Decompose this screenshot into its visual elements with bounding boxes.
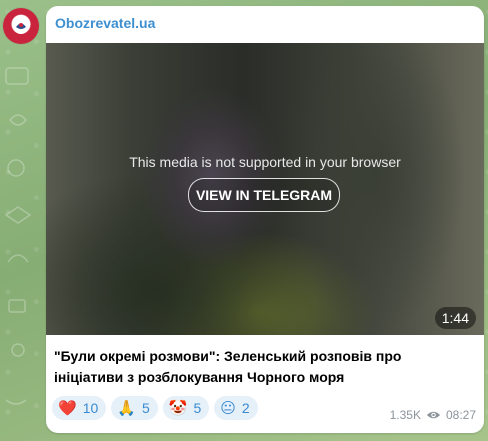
post-caption: "Були окремі розмови": Зеленський розпов… [54, 348, 402, 385]
reaction-clown[interactable]: 🤡 5 [162, 396, 210, 420]
channel-name[interactable]: Obozrevatel.ua [55, 15, 155, 31]
reaction-count: 10 [82, 400, 99, 416]
reactions-bar: ❤️ 10 🙏 5 🤡 5 😐 2 [52, 396, 258, 420]
reaction-neutral-face[interactable]: 😐 2 [214, 396, 258, 420]
clown-icon: 🤡 [168, 398, 188, 417]
reaction-count: 5 [193, 400, 202, 416]
message-bubble: Obozrevatel.ua This media is not support… [46, 6, 484, 433]
view-count: 1.35K [389, 408, 421, 422]
heart-icon: ❤️ [58, 398, 77, 417]
neutral-face-icon: 😐 [220, 398, 236, 417]
view-in-telegram-button[interactable]: VIEW IN TELEGRAM [188, 178, 340, 212]
pray-icon: 🙏 [117, 398, 136, 417]
video-thumbnail[interactable]: This media is not supported in your brow… [46, 43, 484, 335]
channel-avatar[interactable] [3, 8, 39, 44]
unsupported-media-message: This media is not supported in your brow… [129, 154, 401, 170]
reaction-pray[interactable]: 🙏 5 [111, 396, 158, 420]
reaction-count: 2 [241, 400, 250, 416]
message-time: 08:27 [445, 408, 476, 422]
reaction-heart[interactable]: ❤️ 10 [52, 396, 107, 420]
obozrevatel-logo-icon [13, 18, 29, 34]
background-doodles [4, 67, 32, 405]
video-duration-badge: 1:44 [434, 307, 476, 329]
message-meta: 1.35K 08:27 [390, 408, 476, 422]
eye-icon [426, 411, 441, 419]
reaction-count: 5 [141, 400, 150, 416]
